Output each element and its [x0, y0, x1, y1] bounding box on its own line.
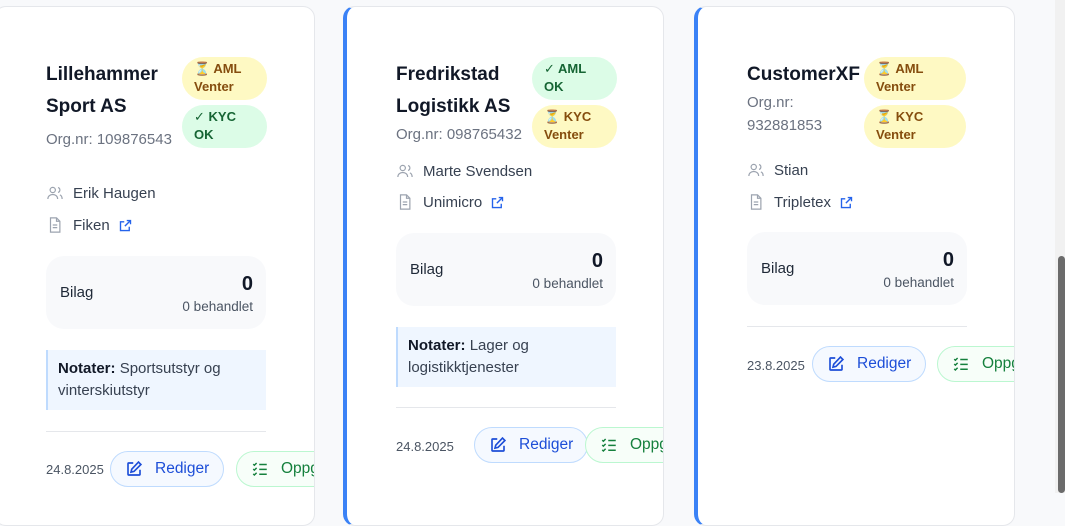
vouchers-processed: 0 behandlet [532, 276, 603, 291]
contact-name: Erik Haugen [73, 184, 156, 202]
org-number: Org.nr: 109876543 [46, 131, 172, 148]
vouchers-label: Bilag [761, 260, 795, 277]
aml-status-badge: ⏳ AML Venter [864, 57, 966, 100]
tasks-label: Oppgaver [281, 460, 314, 477]
edit-button[interactable]: Rediger [812, 346, 927, 382]
org-number: Org.nr: 098765432 [396, 126, 522, 143]
contact-name: Stian [774, 161, 809, 179]
edit-icon [491, 436, 507, 452]
vouchers-label: Bilag [410, 261, 444, 278]
vouchers-processed: 0 behandlet [182, 299, 253, 314]
contact-row: Erik Haugen [46, 182, 156, 204]
notes-box: Notater: Sportsutstyr og vinterskiutstyr [46, 350, 266, 410]
notes-box: Notater: Lager og logistikktjenester [396, 327, 616, 387]
document-icon [750, 194, 762, 210]
checklist-icon [953, 357, 968, 372]
vouchers-count: 0 [942, 249, 954, 271]
edit-icon [829, 355, 845, 371]
tasks-label: Oppgaver [630, 436, 663, 453]
system-name[interactable]: Fiken [73, 217, 110, 234]
customer-card: Fredrikstad Logistikk AS ✓ AML OK ⏳ KYC … [343, 6, 664, 526]
document-icon [399, 194, 411, 210]
vouchers-processed: 0 behandlet [883, 275, 954, 290]
edit-label: Rediger [155, 460, 210, 477]
checklist-icon [252, 462, 267, 477]
edit-label: Rediger [857, 355, 912, 372]
tasks-label: Oppgaver [982, 355, 1014, 372]
vouchers-summary: Bilag 0 0 behandlet [46, 256, 266, 329]
notes-label: Notater: [408, 337, 466, 354]
edit-icon [127, 460, 143, 476]
divider [747, 326, 967, 327]
vouchers-count: 0 [241, 273, 253, 295]
contact-name: Marte Svendsen [423, 162, 533, 180]
system-row[interactable]: Tripletex [747, 191, 854, 213]
kyc-status-badge: ✓ KYC OK [182, 105, 267, 148]
edit-button[interactable]: Rediger [474, 427, 589, 463]
divider [46, 431, 266, 432]
vouchers-count: 0 [591, 250, 603, 272]
scrollbar-thumb[interactable] [1058, 256, 1065, 493]
external-link-icon [119, 219, 131, 231]
created-date: 24.8.2025 [46, 462, 104, 477]
customer-card: Lillehammer Sport AS ⏳ AML Venter ✓ KYC … [0, 6, 315, 526]
status-badges: ⏳ AML Venter ⏳ KYC Venter [864, 57, 966, 153]
system-row[interactable]: Unimicro [396, 191, 505, 213]
created-date: 23.8.2025 [747, 358, 805, 373]
customer-card: CustomerXF ⏳ AML Venter ⏳ KYC Venter Org… [694, 6, 1015, 526]
system-name[interactable]: Tripletex [774, 194, 831, 211]
tasks-button[interactable]: Oppgaver [585, 427, 663, 463]
users-icon [47, 186, 63, 200]
vouchers-summary: Bilag 0 0 behandlet [747, 232, 967, 305]
users-icon [748, 163, 764, 177]
divider [396, 407, 616, 408]
customer-name: Fredrikstad Logistikk AS [396, 64, 511, 117]
aml-status-badge: ✓ AML OK [532, 57, 617, 100]
status-badges: ⏳ AML Venter ✓ KYC OK [182, 57, 268, 153]
edit-button[interactable]: Rediger [110, 451, 225, 487]
external-link-icon [840, 196, 853, 208]
customer-name: Lillehammer Sport AS [46, 64, 158, 117]
checklist-icon [601, 438, 616, 453]
vouchers-summary: Bilag 0 0 behandlet [396, 233, 616, 306]
system-row[interactable]: Fiken [46, 214, 133, 236]
tasks-button[interactable]: Oppgaver [236, 451, 314, 487]
notes-label: Notater: [58, 360, 116, 377]
vouchers-label: Bilag [60, 284, 94, 301]
contact-row: Marte Svendsen [396, 160, 532, 182]
system-name[interactable]: Unimicro [423, 194, 482, 211]
document-icon [49, 217, 61, 233]
tasks-button[interactable]: Oppgaver [937, 346, 1014, 382]
org-number: Org.nr: 932881853 [747, 94, 823, 134]
aml-status-badge: ⏳ AML Venter [182, 57, 267, 100]
users-icon [397, 164, 413, 178]
contact-row: Stian [747, 159, 808, 181]
created-date: 24.8.2025 [396, 439, 454, 454]
kyc-status-badge: ⏳ KYC Venter [864, 105, 966, 148]
edit-label: Rediger [519, 436, 574, 453]
external-link-icon [492, 196, 504, 208]
